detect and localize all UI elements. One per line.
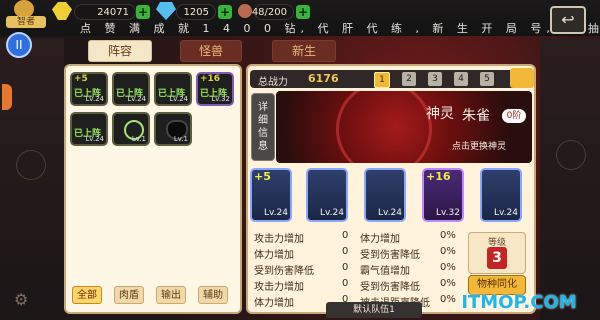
spirit-title: 神灵 [426,106,454,122]
phoenix-art [336,91,432,163]
avatar[interactable]: 智者 [6,0,46,28]
stat-label: 霸气值增加 [360,266,410,277]
stat-label: 受到伤害降低 [254,266,314,277]
add-gold-button[interactable]: + [136,5,150,19]
hero-level: Lv.24 [85,135,104,143]
hero-slot[interactable]: +5 已上阵 Lv.24 [70,72,108,106]
lineup-hero[interactable]: Lv.24 [480,168,522,222]
left-arrow-icon[interactable] [2,84,12,110]
stat-label: 体力增加 [360,234,400,245]
energy-value: 48/200 [251,6,287,18]
watermark: ITMOP.COM [461,292,577,313]
hero-slot[interactable]: Lv.1 [112,112,150,146]
lineup-hero[interactable]: +16 Lv.32 [422,168,464,222]
hero-bonus: +16 [200,74,221,84]
spirit-rank: 0阶 [502,109,526,123]
diamond-counter: 1205 [176,4,216,20]
team-page-5[interactable]: 5 [480,72,494,86]
total-power-value: 6176 [308,72,339,85]
stat-value: 0% [440,246,456,257]
lineup-hero[interactable]: Lv.24 [306,168,348,222]
add-diamond-button[interactable]: + [218,5,232,19]
spirit-name: 朱雀 [462,108,490,124]
team-label[interactable]: 默认队伍1 [326,302,422,318]
stat-value: 0% [440,278,456,289]
return-arrow-icon: ↩ [561,10,575,29]
team-page-4[interactable]: 4 [454,72,468,86]
stat-label: 受到伤害降低 [360,250,420,261]
hero-slot[interactable]: 已上阵 Lv.24 [112,72,150,106]
pause-button[interactable]: II [6,32,32,58]
lineup-hero-level: Lv.24 [494,208,518,218]
filter-support[interactable]: 辅助 [198,286,228,304]
team-page-2[interactable]: 2 [402,72,416,86]
diamond-value: 1205 [183,6,209,18]
filter-all[interactable]: 全部 [72,286,102,304]
lineup-hero-level: Lv.24 [378,208,402,218]
hero-slot[interactable]: +16 已上阵 Lv.32 [196,72,234,106]
lineup-hero[interactable]: +5 Lv.24 [250,168,292,222]
change-spirit-hint: 点击更换神灵 [452,142,507,152]
hero-slot[interactable]: 已上阵 Lv.24 [70,112,108,146]
team-page-1[interactable]: 1 [374,72,390,88]
tab-monster[interactable]: 怪兽 [180,40,242,62]
lineup-hero-level: Lv.32 [436,208,460,218]
hero-level: Lv.1 [173,135,188,143]
add-energy-button[interactable]: + [296,5,310,19]
hero-level: Lv.1 [131,135,146,143]
stat-value: 0 [342,230,349,241]
hero-slot[interactable]: Lv.1 [154,112,192,146]
hero-level: Lv.32 [211,95,230,103]
spirit-portrait[interactable]: 神灵 朱雀 0阶 点击更换神灵 [276,91,532,163]
lineup-hero-bonus: +5 [254,170,271,183]
tab-newborn[interactable]: 新生 [272,40,336,62]
energy-counter: 48/200 [251,4,294,20]
right-emblem-icon [556,140,586,170]
stat-value: 0 [342,262,349,273]
stat-label: 体力增加 [254,250,294,261]
total-power-label: 总战力 [258,77,288,88]
right-side-scenery [540,38,600,320]
avatar-label: 智者 [6,16,46,28]
gold-value: 24071 [97,6,129,18]
emblem-icon [16,150,46,180]
stat-label: 攻击力增加 [254,234,304,245]
filter-damage[interactable]: 输出 [156,286,186,304]
hero-bonus: +5 [74,74,88,84]
stat-label: 受到伤害降低 [360,282,420,293]
hero-level: Lv.24 [169,95,188,103]
stat-value: 0 [342,278,349,289]
lineup-hero-bonus: +16 [426,170,451,183]
gear-icon: ⚙ [14,290,29,309]
hero-slot[interactable]: 已上阵 Lv.24 [154,72,192,106]
energy-icon [238,4,252,18]
share-icon[interactable] [510,68,534,88]
details-button[interactable]: 详细信息 [251,93,275,161]
stat-value: 0% [440,230,456,241]
stat-value: 0 [342,246,349,257]
filter-tank[interactable]: 肉盾 [114,286,144,304]
lineup-hero-level: Lv.24 [320,208,344,218]
gold-counter: 24071 [74,4,136,20]
stat-label: 攻击力增加 [254,282,304,293]
hero-level: Lv.24 [85,95,104,103]
details-label: 详细信息 [258,102,268,152]
stats-table: 攻击力增加 0 体力增加 0% 体力增加 0 受到伤害降低 0% 受到伤害降低 … [252,230,456,312]
stat-label: 体力增加 [254,298,294,309]
stat-value: 0% [440,262,456,273]
return-button[interactable]: ↩ [550,6,586,34]
lineup-hero[interactable]: Lv.24 [364,168,406,222]
grade-value: 3 [487,247,507,269]
announcement-text: 点 赞 满 成 就 1 4 0 0 钻, 代 肝 代 练 , 新 生 开 局 号… [80,22,600,35]
lineup-hero-level: Lv.24 [264,208,288,218]
tab-lineup[interactable]: 阵容 [88,40,152,62]
grade-box: 等级 3 [468,232,526,274]
hero-level: Lv.24 [127,95,146,103]
team-page-3[interactable]: 3 [428,72,442,86]
